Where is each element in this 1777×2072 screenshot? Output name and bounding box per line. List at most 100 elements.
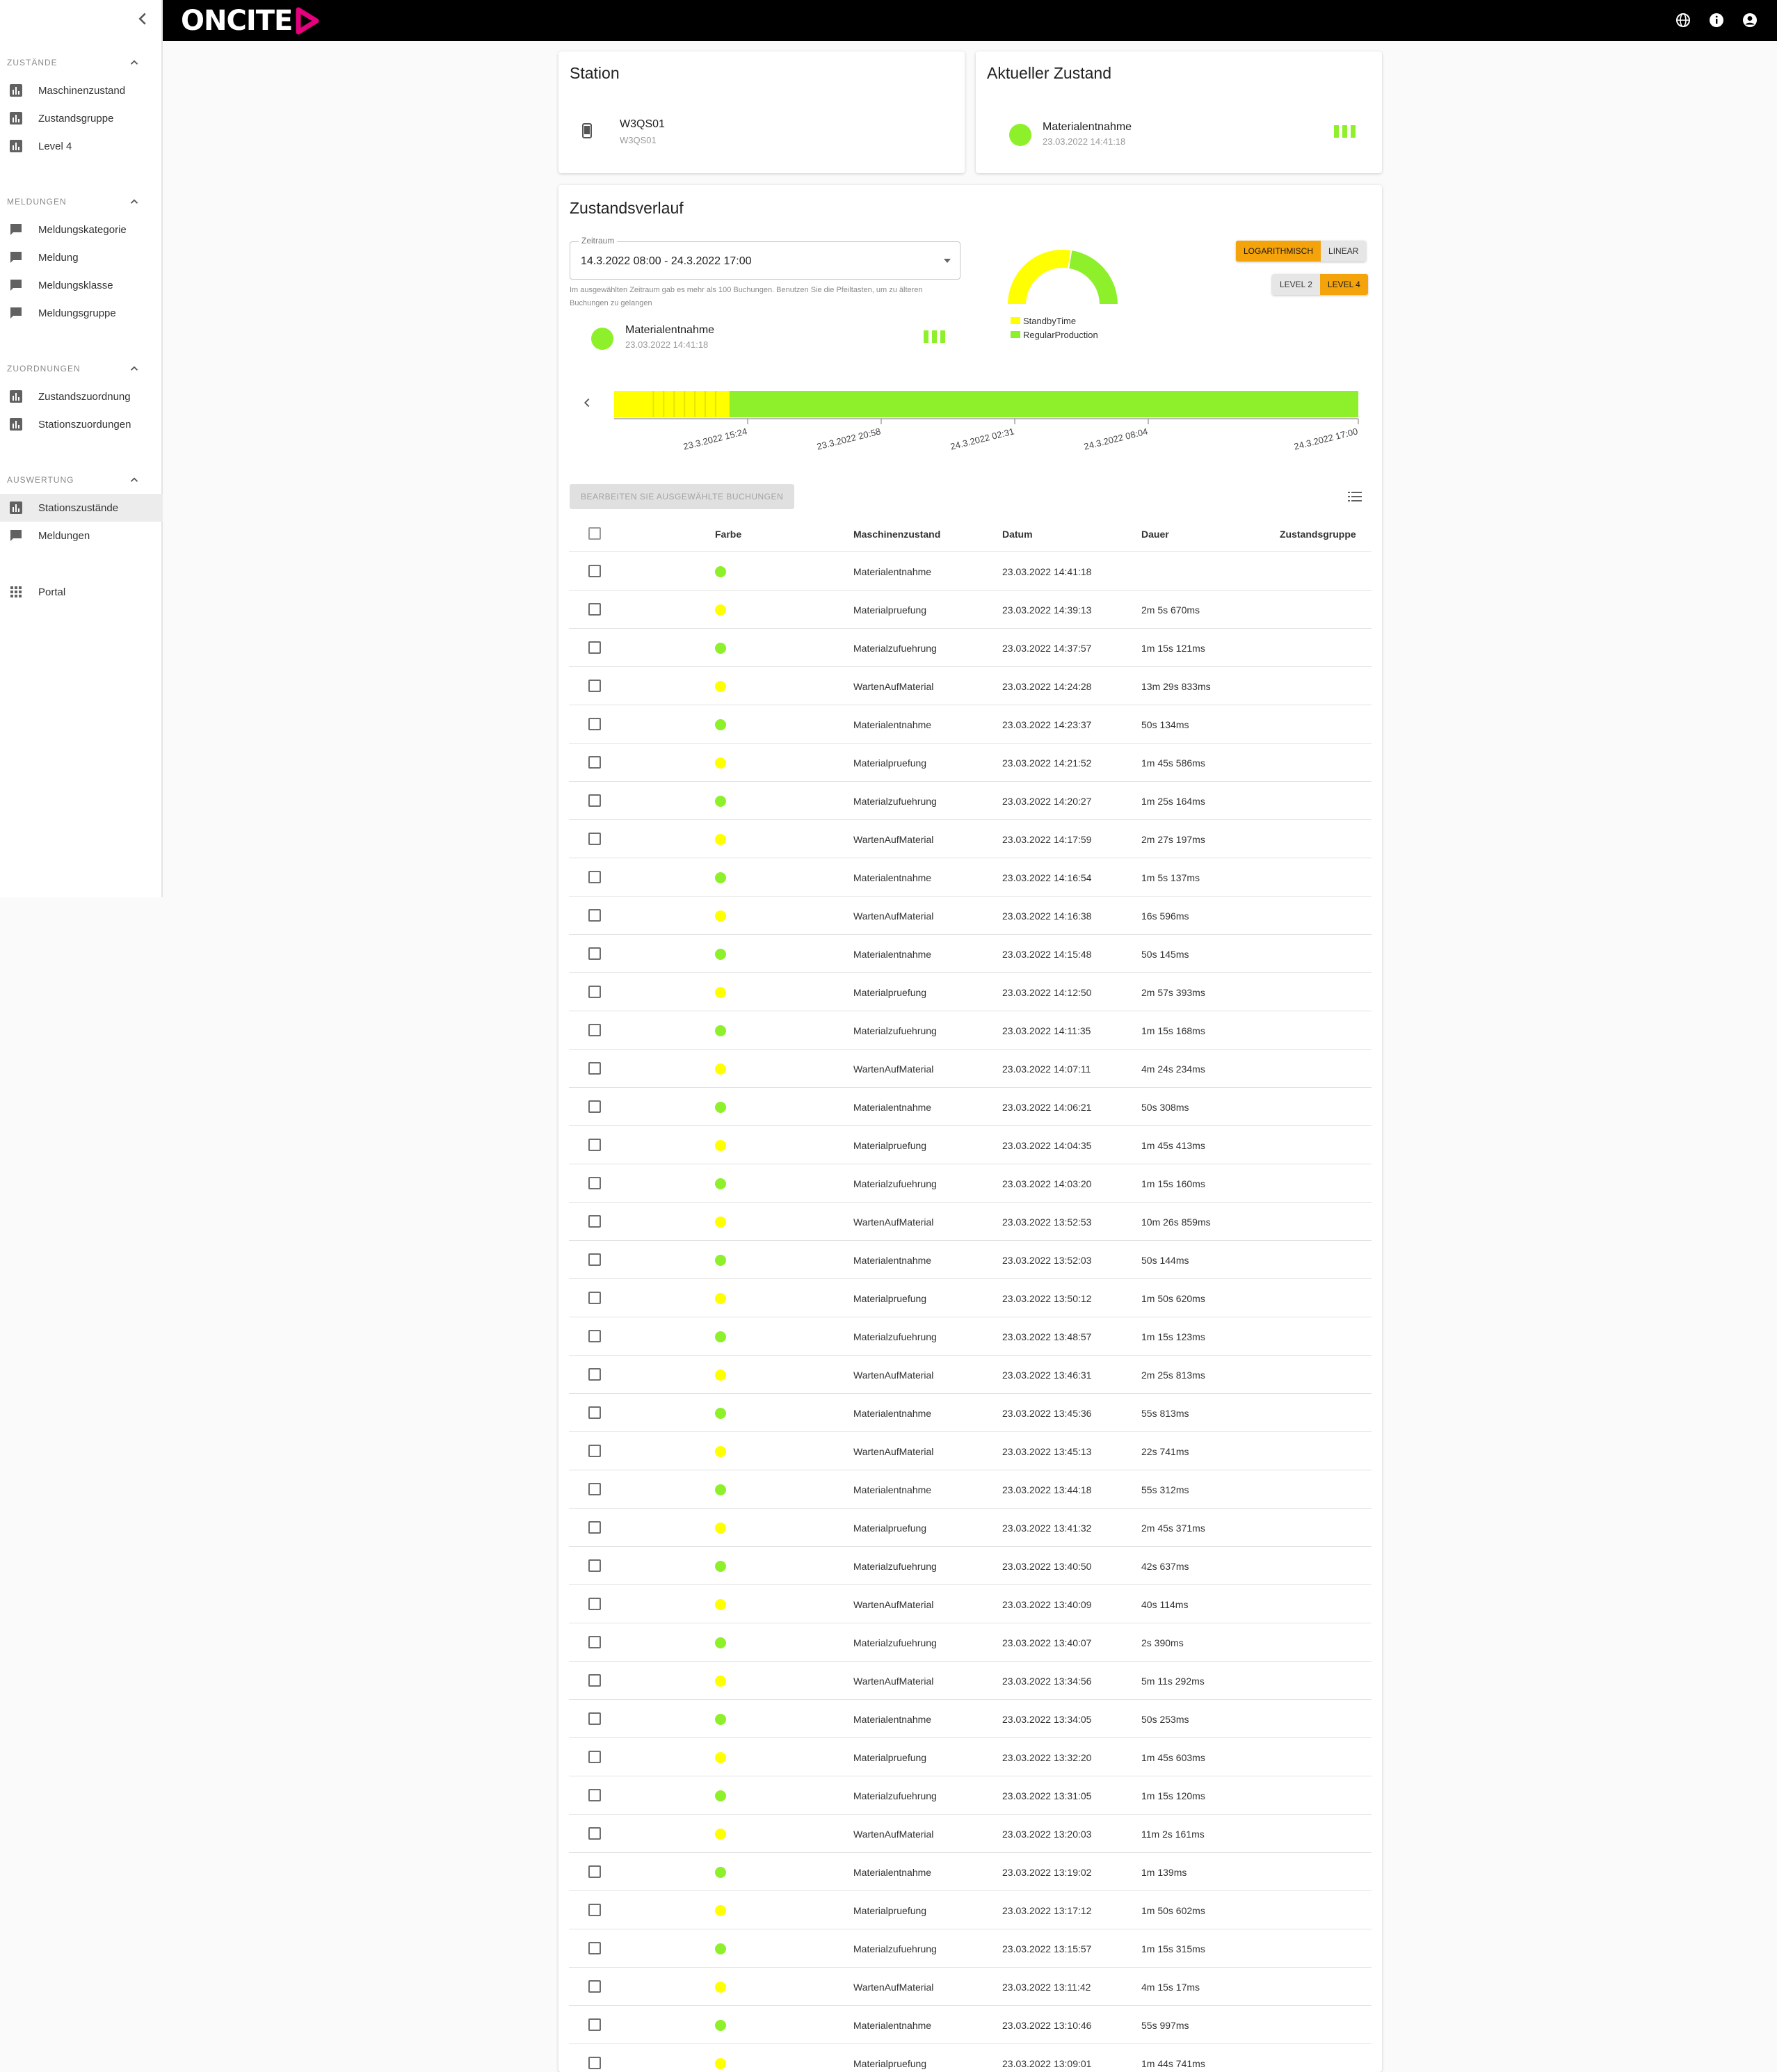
table-row[interactable]: WartenAufMaterial 23.03.2022 14:17:59 2m 2…	[569, 820, 1372, 858]
column-list-icon[interactable]	[1348, 491, 1362, 502]
row-checkbox[interactable]	[588, 1559, 601, 1572]
section-header[interactable]: ZUSTÄNDE	[0, 49, 163, 77]
table-row[interactable]: Materialentnahme 23.03.2022 14:16:54 1m 5s…	[569, 858, 1372, 897]
row-checkbox[interactable]	[588, 909, 601, 922]
row-checkbox[interactable]	[588, 1942, 601, 1954]
info-button[interactable]	[1705, 8, 1728, 32]
row-checkbox[interactable]	[588, 1330, 601, 1342]
table-row[interactable]: Materialpruefung 23.03.2022 13:09:01 1m 44…	[569, 2044, 1372, 2072]
table-row[interactable]: Materialpruefung 23.03.2022 14:04:35 1m 45…	[569, 1126, 1372, 1164]
legend-item[interactable]: StandbyTime	[1011, 314, 1098, 328]
table-row[interactable]: WartenAufMaterial 23.03.2022 13:52:53 10m …	[569, 1203, 1372, 1241]
row-checkbox[interactable]	[588, 1406, 601, 1419]
row-checkbox[interactable]	[588, 1100, 601, 1113]
toggle-linear[interactable]: LINEAR	[1321, 241, 1367, 262]
edit-selected-bookings-button[interactable]: BEARBEITEN SIE AUSGEWÄHLTE BUCHUNGEN	[570, 484, 795, 509]
row-checkbox[interactable]	[588, 1368, 601, 1381]
row-checkbox[interactable]	[588, 1062, 601, 1075]
table-row[interactable]: Materialentnahme 23.03.2022 13:44:18 55s 3…	[569, 1470, 1372, 1509]
table-row[interactable]: Materialpruefung 23.03.2022 14:21:52 1m 45…	[569, 744, 1372, 782]
table-row[interactable]: Materialzufuehrung 23.03.2022 13:31:05 1m …	[569, 1776, 1372, 1815]
oncite-logo[interactable]: ONCITE	[181, 4, 320, 38]
row-checkbox[interactable]	[588, 756, 601, 769]
column-header-dauer[interactable]: Dauer	[1141, 529, 1169, 540]
toggle-level-2[interactable]: LEVEL 2	[1272, 274, 1320, 295]
sidebar-item-meldungen[interactable]: Meldungen	[0, 522, 163, 549]
row-checkbox[interactable]	[588, 1253, 601, 1266]
sidebar-item-zustandsgruppe[interactable]: Zustandsgruppe	[0, 104, 163, 132]
table-row[interactable]: WartenAufMaterial 23.03.2022 13:34:56 5m 1…	[569, 1662, 1372, 1700]
timeline-segment[interactable]	[614, 391, 730, 417]
section-header[interactable]: ZUORDNUNGEN	[0, 355, 163, 383]
row-checkbox[interactable]	[588, 1445, 601, 1457]
table-row[interactable]: WartenAufMaterial 23.03.2022 14:16:38 16s …	[569, 897, 1372, 935]
row-checkbox[interactable]	[588, 794, 601, 807]
collapse-sidebar-button[interactable]	[132, 8, 153, 29]
donut-slice-regularproduction[interactable]	[1067, 248, 1120, 305]
table-row[interactable]: Materialentnahme 23.03.2022 13:34:05 50s 2…	[569, 1700, 1372, 1738]
sidebar-item-meldung[interactable]: Meldung	[0, 243, 163, 271]
column-header-farbe[interactable]: Farbe	[715, 529, 741, 540]
table-row[interactable]: Materialzufuehrung 23.03.2022 14:11:35 1m …	[569, 1011, 1372, 1050]
row-checkbox[interactable]	[588, 1751, 601, 1763]
table-row[interactable]: Materialentnahme 23.03.2022 14:23:37 50s 1…	[569, 705, 1372, 744]
section-header[interactable]: AUSWERTUNG	[0, 466, 163, 494]
sidebar-item-portal[interactable]: Portal	[0, 578, 163, 606]
row-checkbox[interactable]	[588, 1598, 601, 1610]
table-row[interactable]: WartenAufMaterial 23.03.2022 13:45:13 22s …	[569, 1432, 1372, 1470]
table-row[interactable]: Materialpruefung 23.03.2022 13:17:12 1m 50…	[569, 1891, 1372, 1929]
table-row[interactable]: Materialzufuehrung 23.03.2022 14:03:20 1m …	[569, 1164, 1372, 1203]
row-checkbox[interactable]	[588, 565, 601, 577]
row-checkbox[interactable]	[588, 2018, 601, 2031]
table-row[interactable]: Materialentnahme 23.03.2022 13:45:36 55s 8…	[569, 1394, 1372, 1432]
sidebar-item-meldungskategorie[interactable]: Meldungskategorie	[0, 216, 163, 243]
table-row[interactable]: Materialpruefung 23.03.2022 13:32:20 1m 45…	[569, 1738, 1372, 1776]
language-button[interactable]	[1671, 8, 1695, 32]
table-row[interactable]: WartenAufMaterial 23.03.2022 14:07:11 4m 2…	[569, 1050, 1372, 1088]
row-checkbox[interactable]	[588, 1789, 601, 1801]
table-row[interactable]: WartenAufMaterial 23.03.2022 14:24:28 13m …	[569, 667, 1372, 705]
table-row[interactable]: WartenAufMaterial 23.03.2022 13:20:03 11m …	[569, 1815, 1372, 1853]
table-row[interactable]: WartenAufMaterial 23.03.2022 13:11:42 4m 1…	[569, 1968, 1372, 2006]
sidebar-item-meldungsklasse[interactable]: Meldungsklasse	[0, 271, 163, 299]
account-button[interactable]	[1738, 8, 1762, 32]
legend-item[interactable]: RegularProduction	[1011, 328, 1098, 342]
row-checkbox[interactable]	[588, 871, 601, 883]
table-row[interactable]: Materialentnahme 23.03.2022 14:15:48 50s 1…	[569, 935, 1372, 973]
toggle-level-4[interactable]: LEVEL 4	[1319, 274, 1368, 295]
table-row[interactable]: Materialentnahme 23.03.2022 13:52:03 50s 1…	[569, 1241, 1372, 1279]
row-checkbox[interactable]	[588, 718, 601, 730]
select-all-checkbox[interactable]	[588, 527, 601, 540]
row-checkbox[interactable]	[588, 1674, 601, 1687]
column-header-maschinenzustand[interactable]: Maschinenzustand	[853, 529, 940, 540]
row-checkbox[interactable]	[588, 947, 601, 960]
row-checkbox[interactable]	[588, 1865, 601, 1878]
row-checkbox[interactable]	[588, 1636, 601, 1648]
row-checkbox[interactable]	[588, 1521, 601, 1534]
row-checkbox[interactable]	[588, 1292, 601, 1304]
table-row[interactable]: Materialpruefung 23.03.2022 14:12:50 2m 57…	[569, 973, 1372, 1011]
row-checkbox[interactable]	[588, 1827, 601, 1840]
table-row[interactable]: WartenAufMaterial 23.03.2022 13:46:31 2m 2…	[569, 1356, 1372, 1394]
table-row[interactable]: Materialentnahme 23.03.2022 14:06:21 50s 3…	[569, 1088, 1372, 1126]
table-row[interactable]: Materialzufuehrung 23.03.2022 14:20:27 1m …	[569, 782, 1372, 820]
sidebar-item-stationszustaende[interactable]: Stationszustände	[0, 494, 163, 522]
sidebar-item-level-4[interactable]: Level 4	[0, 132, 163, 160]
timeline-segment[interactable]	[729, 391, 1358, 417]
table-row[interactable]: Materialpruefung 23.03.2022 14:39:13 2m 5s…	[569, 591, 1372, 629]
row-checkbox[interactable]	[588, 1904, 601, 1916]
sidebar-item-stationszuordungen[interactable]: Stationszuordungen	[0, 410, 163, 438]
row-checkbox[interactable]	[588, 1483, 601, 1495]
row-checkbox[interactable]	[588, 1177, 601, 1189]
row-checkbox[interactable]	[588, 986, 601, 998]
table-row[interactable]: Materialzufuehrung 23.03.2022 13:40:50 42s…	[569, 1547, 1372, 1585]
table-row[interactable]: WartenAufMaterial 23.03.2022 13:40:09 40s …	[569, 1585, 1372, 1623]
row-checkbox[interactable]	[588, 1712, 601, 1725]
table-row[interactable]: Materialzufuehrung 23.03.2022 13:48:57 1m …	[569, 1317, 1372, 1356]
donut-slice-standbytime[interactable]	[1006, 248, 1072, 305]
row-checkbox[interactable]	[588, 1215, 601, 1228]
table-row[interactable]: Materialentnahme 23.03.2022 13:10:46 55s 9…	[569, 2006, 1372, 2044]
row-checkbox[interactable]	[588, 1980, 601, 1993]
sidebar-item-meldungsgruppe[interactable]: Meldungsgruppe	[0, 299, 163, 327]
row-checkbox[interactable]	[588, 641, 601, 654]
